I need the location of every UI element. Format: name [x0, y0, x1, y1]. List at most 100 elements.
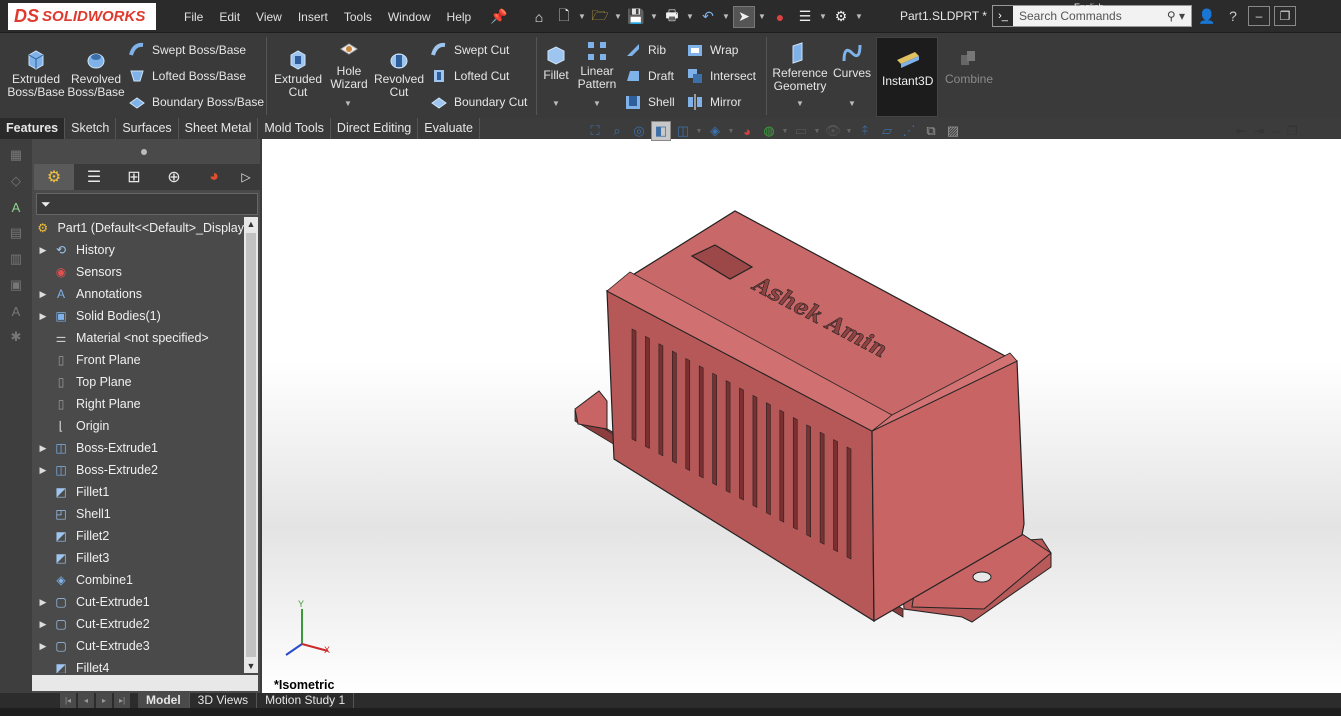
zoom-to-fit-icon[interactable]: ⛶: [585, 121, 605, 141]
feature-tree-scrollbar[interactable]: ▲ ▼: [244, 217, 258, 673]
tab-direct-editing[interactable]: Direct Editing: [330, 118, 419, 139]
rail-smart-dimension-icon[interactable]: ◇: [6, 171, 26, 191]
tree-item[interactable]: ▯ Right Plane: [34, 393, 244, 415]
tree-item[interactable]: ▯ Top Plane: [34, 371, 244, 393]
wrap-button[interactable]: Wrap: [686, 41, 738, 59]
tree-item[interactable]: ▶ A Annotations: [34, 283, 244, 305]
tab-nav-prev-icon[interactable]: ◂: [78, 693, 94, 708]
menu-insert[interactable]: Insert: [290, 10, 336, 24]
curves-dropdown-icon[interactable]: ▼: [848, 99, 856, 108]
tab-evaluate[interactable]: Evaluate: [418, 118, 480, 139]
expand-arrow-icon[interactable]: ▶: [34, 443, 52, 454]
draft-button[interactable]: Draft: [624, 67, 674, 85]
feature-manager-tree-icon[interactable]: ⚙: [34, 164, 74, 190]
scene-dropdown-icon[interactable]: ▼: [781, 128, 789, 135]
multi-view-icon[interactable]: ⧉: [921, 121, 941, 141]
display-style-icon[interactable]: ◈: [705, 121, 725, 141]
linear-pattern-button[interactable]: Linear Pattern: [576, 39, 618, 91]
tree-item[interactable]: ◩ Fillet3: [34, 547, 244, 569]
open-dropdown-icon[interactable]: ▼: [614, 12, 622, 21]
save-icon[interactable]: 💾: [625, 6, 647, 28]
tab-features[interactable]: Features: [0, 118, 66, 139]
expand-arrow-icon[interactable]: ▶: [34, 311, 52, 322]
menu-file[interactable]: File: [176, 10, 211, 24]
file-properties-icon[interactable]: ☰: [794, 6, 816, 28]
scroll-up-icon[interactable]: ▲: [244, 217, 258, 231]
hole-wizard-dropdown-icon[interactable]: ▼: [344, 99, 352, 108]
undo-icon[interactable]: ↶: [697, 6, 719, 28]
edit-appearance-icon[interactable]: ◕: [737, 121, 757, 141]
rib-button[interactable]: Rib: [624, 41, 666, 59]
rail-settings-icon[interactable]: ✱: [6, 327, 26, 347]
tree-item[interactable]: ▯ Front Plane: [34, 349, 244, 371]
tree-item[interactable]: ▶ ⟲ History: [34, 239, 244, 261]
home-icon[interactable]: ⌂: [528, 6, 550, 28]
tree-item[interactable]: ◩ Fillet4: [34, 657, 244, 673]
menu-tools[interactable]: Tools: [336, 10, 380, 24]
open-icon[interactable]: 🗁: [589, 6, 611, 28]
instant3d-button[interactable]: Instant3D: [876, 37, 938, 117]
tree-item[interactable]: ▶ ▢ Cut-Extrude3: [34, 635, 244, 657]
rail-reference-icon[interactable]: A: [6, 301, 26, 321]
rail-annotation-icon[interactable]: A: [6, 197, 26, 217]
boundary-boss-button[interactable]: Boundary Boss/Base: [128, 93, 264, 111]
undo-dropdown-icon[interactable]: ▼: [722, 12, 730, 21]
rotate-view-icon[interactable]: ⤉: [855, 121, 875, 141]
view-orientation-dropdown-icon[interactable]: ▼: [695, 128, 703, 135]
apply-scene-icon[interactable]: ◍: [759, 121, 779, 141]
expand-arrow-icon[interactable]: ▶: [34, 465, 52, 476]
hole-wizard-button[interactable]: Hole Wizard: [328, 39, 370, 91]
feature-tree-horizontal-scrollbar[interactable]: [32, 675, 258, 691]
previous-view-icon[interactable]: ◎: [629, 121, 649, 141]
view-settings-icon[interactable]: ▭: [791, 121, 811, 141]
normal-to-icon[interactable]: ▱: [877, 121, 897, 141]
tree-item[interactable]: ◈ Combine1: [34, 569, 244, 591]
tab-surfaces[interactable]: Surfaces: [116, 118, 179, 139]
extruded-boss-button[interactable]: Extruded Boss/Base: [7, 47, 65, 99]
tab-sketch[interactable]: Sketch: [65, 118, 117, 139]
revolved-boss-button[interactable]: Revolved Boss/Base: [67, 47, 125, 99]
expand-arrow-icon[interactable]: ▶: [34, 245, 52, 256]
tree-item[interactable]: ⌊ Origin: [34, 415, 244, 437]
tab-motion-study-1[interactable]: Motion Study 1: [257, 693, 355, 708]
tree-root-part[interactable]: ⚙ Part1 (Default<<Default>_Display: [34, 217, 244, 239]
reference-geometry-button[interactable]: Reference Geometry: [770, 41, 830, 93]
tree-item[interactable]: ▶ ◫ Boss-Extrude2: [34, 459, 244, 481]
minimize-button[interactable]: –: [1248, 6, 1270, 26]
reference-geometry-dropdown-icon[interactable]: ▼: [796, 99, 804, 108]
select-dropdown-icon[interactable]: ▼: [758, 12, 766, 21]
rail-sketch-icon[interactable]: ▦: [6, 145, 26, 165]
rail-print-icon[interactable]: ▣: [6, 275, 26, 295]
display-manager-icon[interactable]: ◕: [194, 164, 234, 190]
save-dropdown-icon[interactable]: ▼: [650, 12, 658, 21]
menu-view[interactable]: View: [248, 10, 290, 24]
menu-edit[interactable]: Edit: [211, 10, 248, 24]
tree-item[interactable]: ◩ Fillet1: [34, 481, 244, 503]
scroll-down-icon[interactable]: ▼: [244, 659, 258, 673]
section-view-icon[interactable]: ◧: [651, 121, 671, 141]
property-manager-icon[interactable]: ☰: [74, 164, 114, 190]
new-dropdown-icon[interactable]: ▼: [578, 12, 586, 21]
menu-window[interactable]: Window: [380, 10, 439, 24]
image-capture-icon[interactable]: ▨: [943, 121, 963, 141]
tab-model[interactable]: Model: [138, 693, 190, 708]
select-pointer-icon[interactable]: ➤: [733, 5, 755, 28]
revolved-cut-button[interactable]: Revolved Cut: [374, 47, 424, 99]
properties-dropdown-icon[interactable]: ▼: [819, 12, 827, 21]
combine-button[interactable]: Combine: [944, 47, 994, 86]
print-icon[interactable]: 🖶: [661, 6, 683, 28]
scroll-thumb[interactable]: [246, 233, 256, 657]
shell-button[interactable]: Shell: [624, 93, 675, 111]
graphics-area[interactable]: Ashek Amin Y X *Isometric: [262, 139, 1341, 693]
tree-item[interactable]: ▶ ▢ Cut-Extrude2: [34, 613, 244, 635]
fillet-dropdown-icon[interactable]: ▼: [552, 99, 560, 108]
tab-3d-views[interactable]: 3D Views: [190, 693, 258, 708]
search-icon[interactable]: ⚲ ▾: [1167, 9, 1191, 23]
options-gear-icon[interactable]: ⚙: [830, 6, 852, 28]
tab-sheet-metal[interactable]: Sheet Metal: [178, 118, 259, 139]
rail-layers-icon[interactable]: ▤: [6, 223, 26, 243]
swept-boss-button[interactable]: Swept Boss/Base: [128, 41, 246, 59]
options-dropdown-icon[interactable]: ▼: [855, 12, 863, 21]
solidworks-logo[interactable]: DS SOLIDWORKS: [8, 3, 156, 30]
tree-item[interactable]: ◰ Shell1: [34, 503, 244, 525]
